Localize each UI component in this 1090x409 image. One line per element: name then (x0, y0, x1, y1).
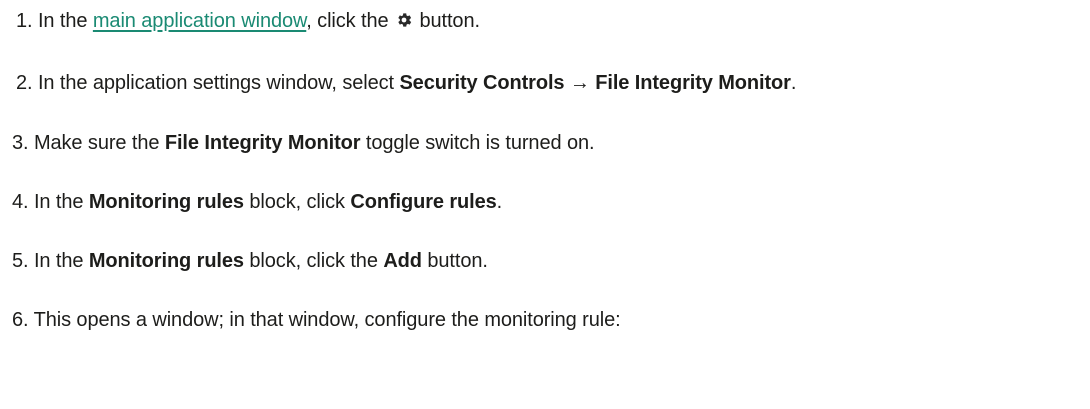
step-text: block, click the (249, 250, 378, 272)
step-text: , click the (306, 10, 389, 32)
instruction-steps: 1. In the main application window, click… (0, 0, 1090, 409)
add-button-label: Add (383, 250, 422, 272)
step-number: 3. (12, 132, 29, 154)
main-application-window-link[interactable]: main application window (93, 10, 306, 32)
step-5: 5. In the Monitoring rules block, click … (12, 247, 488, 275)
step-text: . (496, 191, 503, 213)
step-text: In the (33, 191, 84, 213)
monitoring-rules-label: Monitoring rules (88, 191, 244, 213)
step-text: This opens a window; in that window, con… (33, 309, 621, 331)
arrow-icon: → (569, 72, 590, 94)
step-4: 4. In the Monitoring rules block, click … (12, 188, 502, 216)
step-2: 2. In the application settings window, s… (16, 69, 796, 97)
step-text: button. (427, 250, 488, 272)
step-1: 1. In the main application window, click… (16, 7, 480, 35)
step-number: 1. (16, 10, 33, 32)
step-text: In the application settings window, sele… (37, 72, 394, 94)
step-number: 2. (16, 72, 33, 94)
step-number: 6. (12, 309, 29, 331)
step-text: block, click (249, 191, 345, 213)
step-number: 4. (12, 191, 29, 213)
step-text: In the (37, 10, 88, 32)
step-text: Make sure the (33, 132, 160, 154)
security-controls-label: Security Controls (399, 72, 565, 94)
gear-icon (395, 11, 413, 29)
step-text: button. (419, 10, 480, 32)
configure-rules-label: Configure rules (350, 191, 497, 213)
step-text: . (790, 72, 797, 94)
step-number: 5. (12, 250, 29, 272)
step-text: toggle switch is turned on. (365, 132, 595, 154)
step-3: 3. Make sure the File Integrity Monitor … (12, 129, 595, 157)
file-integrity-monitor-label: File Integrity Monitor (595, 72, 791, 94)
monitoring-rules-label: Monitoring rules (88, 250, 244, 272)
step-text: In the (33, 250, 84, 272)
file-integrity-monitor-label: File Integrity Monitor (164, 132, 361, 154)
step-6: 6. This opens a window; in that window, … (12, 306, 621, 334)
